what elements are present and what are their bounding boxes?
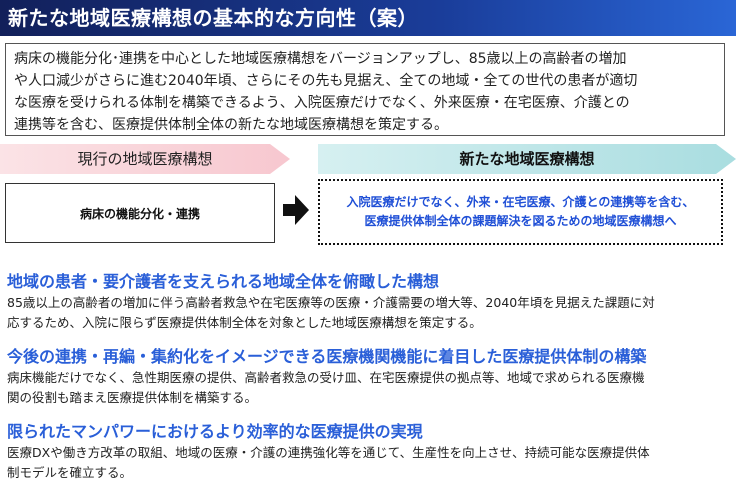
section-body-line: 応するため、入院に限らず医療提供体制全体を対象とした地域医療構想を策定する。 bbox=[7, 315, 482, 330]
section-heading: 限られたマンパワーにおけるより効率的な医療提供の実現 bbox=[7, 422, 423, 441]
new-concept-line: 医療提供体制全体の課題解決を図るための地域医療構想へ bbox=[364, 214, 677, 228]
current-concept-arrow: 現行の地域医療構想 bbox=[0, 144, 290, 174]
intro-box: 病床の機能分化･連携を中心とした地域医療構想をバージョンアップし、85歳以上の高… bbox=[5, 43, 725, 136]
section-heading: 今後の連携・再編・集約化をイメージできる医療機関機能に着目した医療提供体制の構築 bbox=[7, 347, 647, 366]
intro-line: や人口減少がさらに進む2040年頃、さらにその先も見据え、全ての地域・全ての世代… bbox=[14, 73, 638, 89]
new-concept-line: 入院医療だけでなく、外来・在宅医療、介護との連携等を含む、 bbox=[346, 195, 695, 209]
current-concept-box: 病床の機能分化・連携 bbox=[5, 183, 275, 243]
section-heading: 地域の患者・要介護者を支えられる地域全体を俯瞰した構想 bbox=[7, 272, 440, 291]
intro-line: な医療を受けられる体制を構築できるよう、入院医療だけでなく、外来医療・在宅医療、… bbox=[14, 95, 630, 111]
page-title: 新たな地域医療構想の基本的な方向性（案） bbox=[0, 0, 736, 36]
section-body-line: 関の役割も踏まえ医療提供体制を構築する。 bbox=[7, 390, 258, 405]
section-regional-overview: 地域の患者・要介護者を支えられる地域全体を俯瞰した構想 85歳以上の高齢者の増加… bbox=[7, 271, 732, 333]
intro-line: 病床の機能分化･連携を中心とした地域医療構想をバージョンアップし、85歳以上の高… bbox=[14, 51, 627, 67]
intro-line: 連携等を含む、医療提供体制全体の新たな地域医療構想を策定する。 bbox=[14, 117, 448, 133]
section-body-line: 制モデルを確立する。 bbox=[7, 465, 133, 480]
section-efficient-care: 限られたマンパワーにおけるより効率的な医療提供の実現 医療DXや働き方改革の取組… bbox=[7, 421, 732, 483]
right-arrow-icon bbox=[283, 195, 309, 225]
new-concept-box: 入院医療だけでなく、外来・在宅医療、介護との連携等を含む、 医療提供体制全体の課… bbox=[318, 179, 723, 245]
section-body-line: 病床機能だけでなく、急性期医療の提供、高齢者救急の受け皿、在宅医療提供の拠点等、… bbox=[7, 370, 645, 385]
section-body-line: 85歳以上の高齢者の増加に伴う高齢者救急や在宅医療等の医療・介護需要の増大等、2… bbox=[7, 295, 655, 310]
section-body-line: 医療DXや働き方改革の取組、地域の医療・介護の連携強化等を通じて、生産性を向上さ… bbox=[7, 445, 650, 460]
section-institution-function: 今後の連携・再編・集約化をイメージできる医療機関機能に着目した医療提供体制の構築… bbox=[7, 346, 732, 408]
current-concept-text: 病床の機能分化・連携 bbox=[79, 206, 200, 221]
new-concept-arrow: 新たな地域医療構想 bbox=[318, 144, 736, 174]
